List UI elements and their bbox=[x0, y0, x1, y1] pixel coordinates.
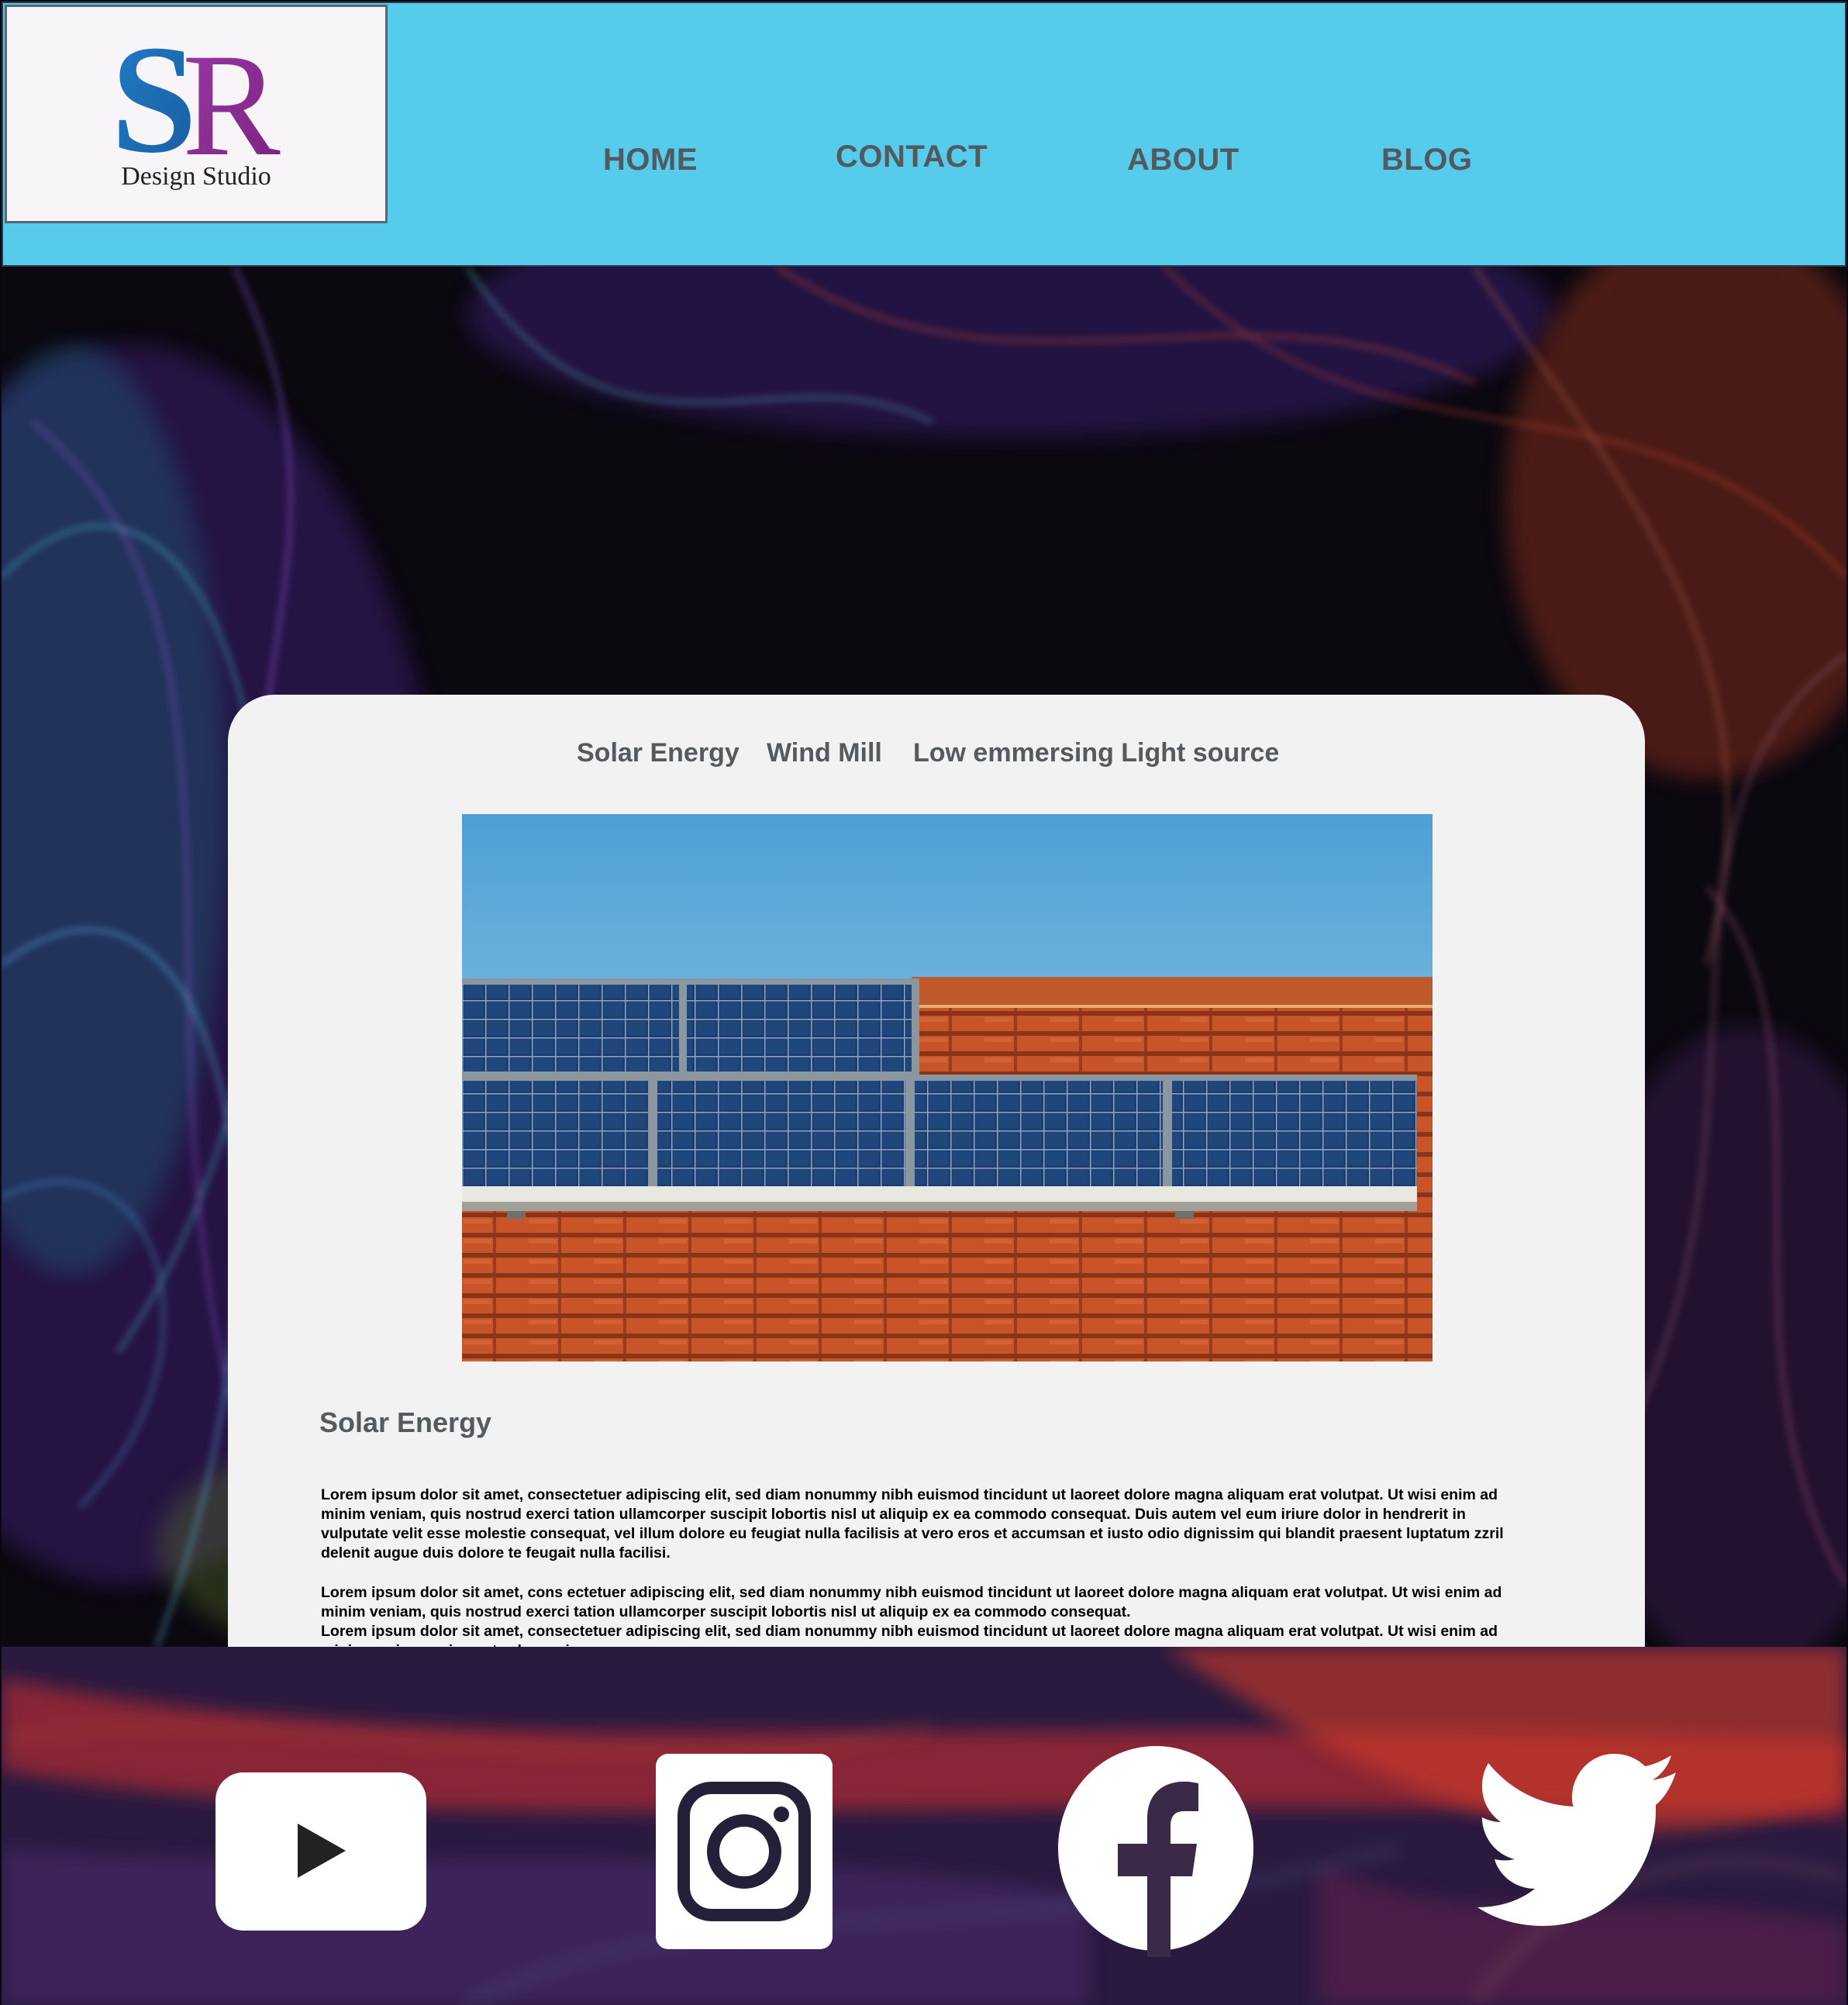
site-footer bbox=[2, 1647, 1846, 2005]
logo[interactable]: S R Design Studio bbox=[5, 5, 388, 223]
content-card: Solar Energy Wind Mill Low emmersing Lig… bbox=[228, 695, 1645, 1647]
hero-background: Solar Energy Wind Mill Low emmersing Lig… bbox=[2, 267, 1846, 1647]
site-header: S R Design Studio HOME CONTACT ABOUT BLO… bbox=[2, 2, 1846, 267]
paragraph-1: Lorem ipsum dolor sit amet, consectetuer… bbox=[321, 1486, 1504, 1562]
logo-subtitle: Design Studio bbox=[121, 162, 271, 191]
nav-about[interactable]: ABOUT bbox=[1127, 143, 1239, 178]
youtube-icon[interactable] bbox=[212, 1769, 429, 1934]
solar-panels-photo bbox=[462, 814, 1433, 1361]
tab-solar-energy[interactable]: Solar Energy bbox=[577, 738, 740, 768]
tab-wind-mill[interactable]: Wind Mill bbox=[767, 738, 882, 768]
page: S R Design Studio HOME CONTACT ABOUT BLO… bbox=[0, 0, 1848, 2005]
twitter-icon[interactable] bbox=[1477, 1752, 1679, 1929]
svg-text:R: R bbox=[182, 24, 281, 168]
paragraph-3: Lorem ipsum dolor sit amet, consectetuer… bbox=[321, 1623, 1498, 1647]
instagram-icon[interactable] bbox=[654, 1752, 834, 1951]
facebook-icon[interactable] bbox=[1056, 1744, 1256, 1957]
nav-blog[interactable]: BLOG bbox=[1381, 143, 1473, 178]
nav-home[interactable]: HOME bbox=[603, 143, 698, 178]
nav-contact[interactable]: CONTACT bbox=[836, 140, 988, 174]
sr-monogram-icon: S R bbox=[111, 21, 281, 168]
section-title: Solar Energy bbox=[319, 1406, 492, 1438]
tab-low-emmersing-light-source[interactable]: Low emmersing Light source bbox=[913, 738, 1279, 768]
paragraph-2: Lorem ipsum dolor sit amet, cons ectetue… bbox=[321, 1584, 1502, 1620]
